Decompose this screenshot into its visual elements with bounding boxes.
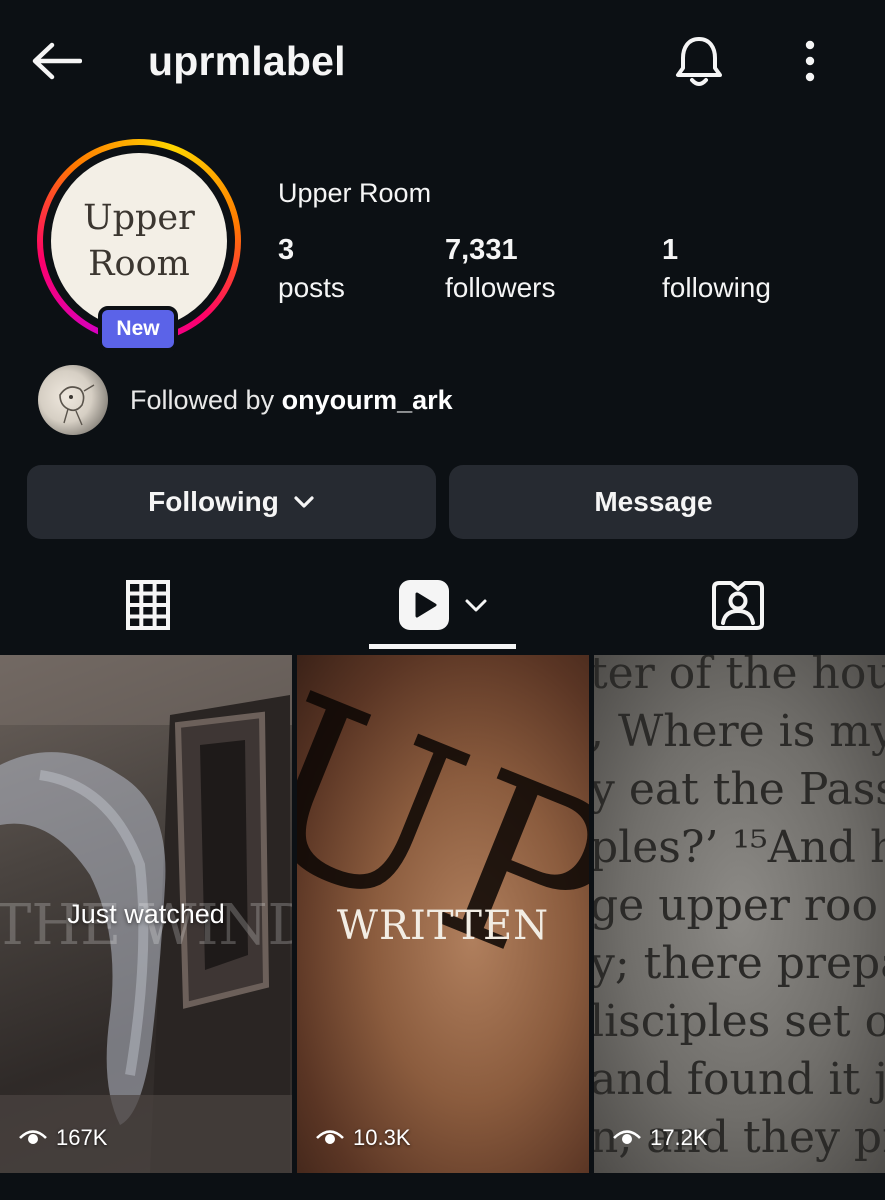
more-options-button[interactable] [790,36,830,86]
message-button[interactable]: Message [449,465,858,539]
stat-posts[interactable]: 3 posts [278,232,345,308]
tab-posts-grid[interactable] [70,560,225,650]
posts-label: posts [278,272,345,303]
reels-icon [398,580,449,630]
just-watched-label: Just watched [67,899,225,929]
following-button-label: Following [148,486,279,517]
stone-text-line: , Where is my [594,706,885,757]
avatar: Upper Room [51,153,227,329]
tile-2-view-count: 10.3K [353,1125,411,1150]
tile-2-views: 10.3K [315,1125,411,1151]
reel-tile-1[interactable]: THE WIND Just watched 167K [0,655,292,1173]
followed-by-user[interactable]: onyourm_ark [282,385,453,415]
avatar-text-line-1: Upper [83,198,195,238]
content-tabs [0,560,885,650]
following-label: following [662,272,771,303]
following-button[interactable]: Following [27,465,436,539]
reel-tile-2[interactable]: UPPER WRITTEN 10.3K [297,655,589,1173]
back-button[interactable] [28,38,84,84]
tile-3-stone-text: ter of the hou , Where is my y eat the P… [594,655,885,1167]
stone-text-line: ter of the hou [594,655,885,699]
tile-1-views: 167K [18,1125,107,1151]
tagged-icon [711,581,764,630]
follower-avatar [38,365,108,435]
profile-username: uprmlabel [148,38,346,84]
more-vertical-icon [805,40,815,82]
top-bar: uprmlabel [0,0,885,120]
followed-by-text: Followed by onyourm_ark [130,385,453,416]
stone-text-line: lisciples set o [594,996,885,1047]
reels-grid: THE WIND Just watched 167K UPPER WRITTEN… [0,655,885,1173]
avatar-text-line-2: Room [88,244,190,284]
display-name: Upper Room [278,178,432,208]
stat-followers[interactable]: 7,331 followers [445,232,555,308]
followed-by-row[interactable]: Followed by onyourm_ark [38,364,453,436]
stat-following[interactable]: 1 following [662,232,771,308]
followers-count: 7,331 [445,234,518,266]
arrow-left-icon [32,42,82,80]
stone-text-line: y eat the Pass [594,764,885,815]
notifications-button[interactable] [670,32,728,90]
eye-icon [613,1130,641,1144]
new-badge: New [98,306,178,352]
stone-text-line: ples?’ ¹⁵And h [594,822,885,873]
tile-2-title: WRITTEN [336,903,550,949]
message-button-label: Message [594,486,713,517]
tile-3-views: 17.2K [612,1125,708,1151]
grid-icon [125,580,170,630]
tab-reels[interactable] [369,560,516,650]
chevron-down-icon [294,496,314,508]
stone-text-line: y; there prepa [594,938,885,989]
stone-text-line: ge upper roo [594,880,878,931]
reel-tile-3[interactable]: ter of the hou , Where is my y eat the P… [594,655,885,1173]
eye-icon [19,1130,47,1144]
bell-icon [676,37,722,86]
chevron-down-icon [465,599,486,612]
followed-by-prefix: Followed by [130,384,282,415]
tile-1-view-count: 167K [56,1125,108,1150]
tab-tagged[interactable] [660,560,815,650]
bottom-strip [0,1173,885,1200]
follower-avatar-sketch [59,384,95,426]
followers-label: followers [445,272,556,303]
following-count: 1 [662,234,679,266]
tile-3-view-count: 17.2K [650,1125,708,1150]
posts-count: 3 [278,234,295,266]
stone-text-line: and found it j [594,1054,885,1105]
active-tab-indicator [369,644,516,649]
eye-icon [316,1130,344,1144]
